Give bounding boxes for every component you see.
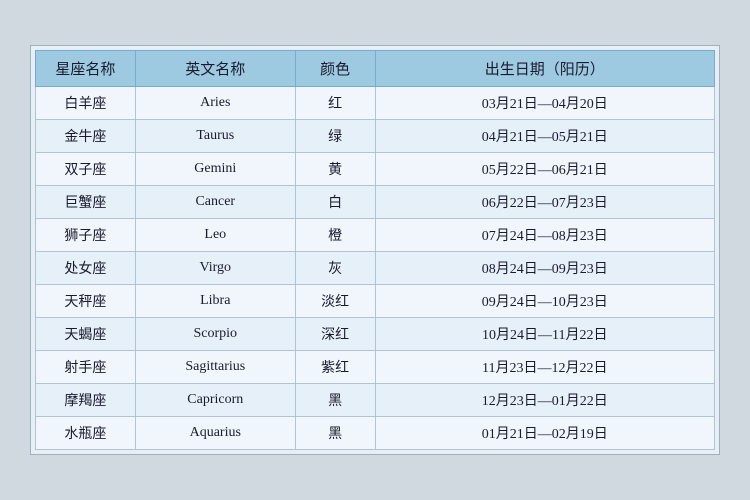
cell-color: 紫红 (295, 351, 375, 384)
table-row: 金牛座Taurus绿04月21日—05月21日 (36, 120, 715, 153)
cell-color: 橙 (295, 219, 375, 252)
cell-date: 11月23日—12月22日 (375, 351, 714, 384)
cell-color: 黑 (295, 417, 375, 450)
cell-color: 黑 (295, 384, 375, 417)
cell-chinese: 白羊座 (36, 87, 136, 120)
table-header-row: 星座名称 英文名称 颜色 出生日期（阳历） (36, 51, 715, 87)
cell-date: 05月22日—06月21日 (375, 153, 714, 186)
cell-color: 深红 (295, 318, 375, 351)
cell-date: 12月23日—01月22日 (375, 384, 714, 417)
cell-color: 白 (295, 186, 375, 219)
cell-chinese: 双子座 (36, 153, 136, 186)
table-row: 处女座Virgo灰08月24日—09月23日 (36, 252, 715, 285)
table-row: 摩羯座Capricorn黑12月23日—01月22日 (36, 384, 715, 417)
cell-date: 06月22日—07月23日 (375, 186, 714, 219)
cell-chinese: 天蝎座 (36, 318, 136, 351)
cell-english: Scorpio (135, 318, 295, 351)
header-color: 颜色 (295, 51, 375, 87)
cell-chinese: 射手座 (36, 351, 136, 384)
table-row: 狮子座Leo橙07月24日—08月23日 (36, 219, 715, 252)
cell-english: Libra (135, 285, 295, 318)
cell-date: 07月24日—08月23日 (375, 219, 714, 252)
cell-date: 08月24日—09月23日 (375, 252, 714, 285)
cell-english: Gemini (135, 153, 295, 186)
table-row: 白羊座Aries红03月21日—04月20日 (36, 87, 715, 120)
table-row: 天蝎座Scorpio深红10月24日—11月22日 (36, 318, 715, 351)
cell-color: 黄 (295, 153, 375, 186)
header-english: 英文名称 (135, 51, 295, 87)
cell-chinese: 处女座 (36, 252, 136, 285)
cell-chinese: 水瓶座 (36, 417, 136, 450)
table-row: 射手座Sagittarius紫红11月23日—12月22日 (36, 351, 715, 384)
cell-color: 淡红 (295, 285, 375, 318)
zodiac-table-container: 星座名称 英文名称 颜色 出生日期（阳历） 白羊座Aries红03月21日—04… (30, 45, 720, 455)
cell-english: Cancer (135, 186, 295, 219)
cell-english: Virgo (135, 252, 295, 285)
table-row: 巨蟹座Cancer白06月22日—07月23日 (36, 186, 715, 219)
header-date: 出生日期（阳历） (375, 51, 714, 87)
cell-chinese: 狮子座 (36, 219, 136, 252)
cell-color: 灰 (295, 252, 375, 285)
table-row: 水瓶座Aquarius黑01月21日—02月19日 (36, 417, 715, 450)
cell-chinese: 巨蟹座 (36, 186, 136, 219)
table-row: 天秤座Libra淡红09月24日—10月23日 (36, 285, 715, 318)
zodiac-table: 星座名称 英文名称 颜色 出生日期（阳历） 白羊座Aries红03月21日—04… (35, 50, 715, 450)
cell-english: Capricorn (135, 384, 295, 417)
cell-date: 10月24日—11月22日 (375, 318, 714, 351)
cell-date: 04月21日—05月21日 (375, 120, 714, 153)
cell-english: Aries (135, 87, 295, 120)
cell-date: 09月24日—10月23日 (375, 285, 714, 318)
cell-chinese: 天秤座 (36, 285, 136, 318)
table-row: 双子座Gemini黄05月22日—06月21日 (36, 153, 715, 186)
cell-chinese: 摩羯座 (36, 384, 136, 417)
cell-color: 红 (295, 87, 375, 120)
cell-english: Aquarius (135, 417, 295, 450)
cell-color: 绿 (295, 120, 375, 153)
cell-english: Taurus (135, 120, 295, 153)
cell-english: Leo (135, 219, 295, 252)
cell-chinese: 金牛座 (36, 120, 136, 153)
header-chinese: 星座名称 (36, 51, 136, 87)
cell-english: Sagittarius (135, 351, 295, 384)
cell-date: 01月21日—02月19日 (375, 417, 714, 450)
cell-date: 03月21日—04月20日 (375, 87, 714, 120)
